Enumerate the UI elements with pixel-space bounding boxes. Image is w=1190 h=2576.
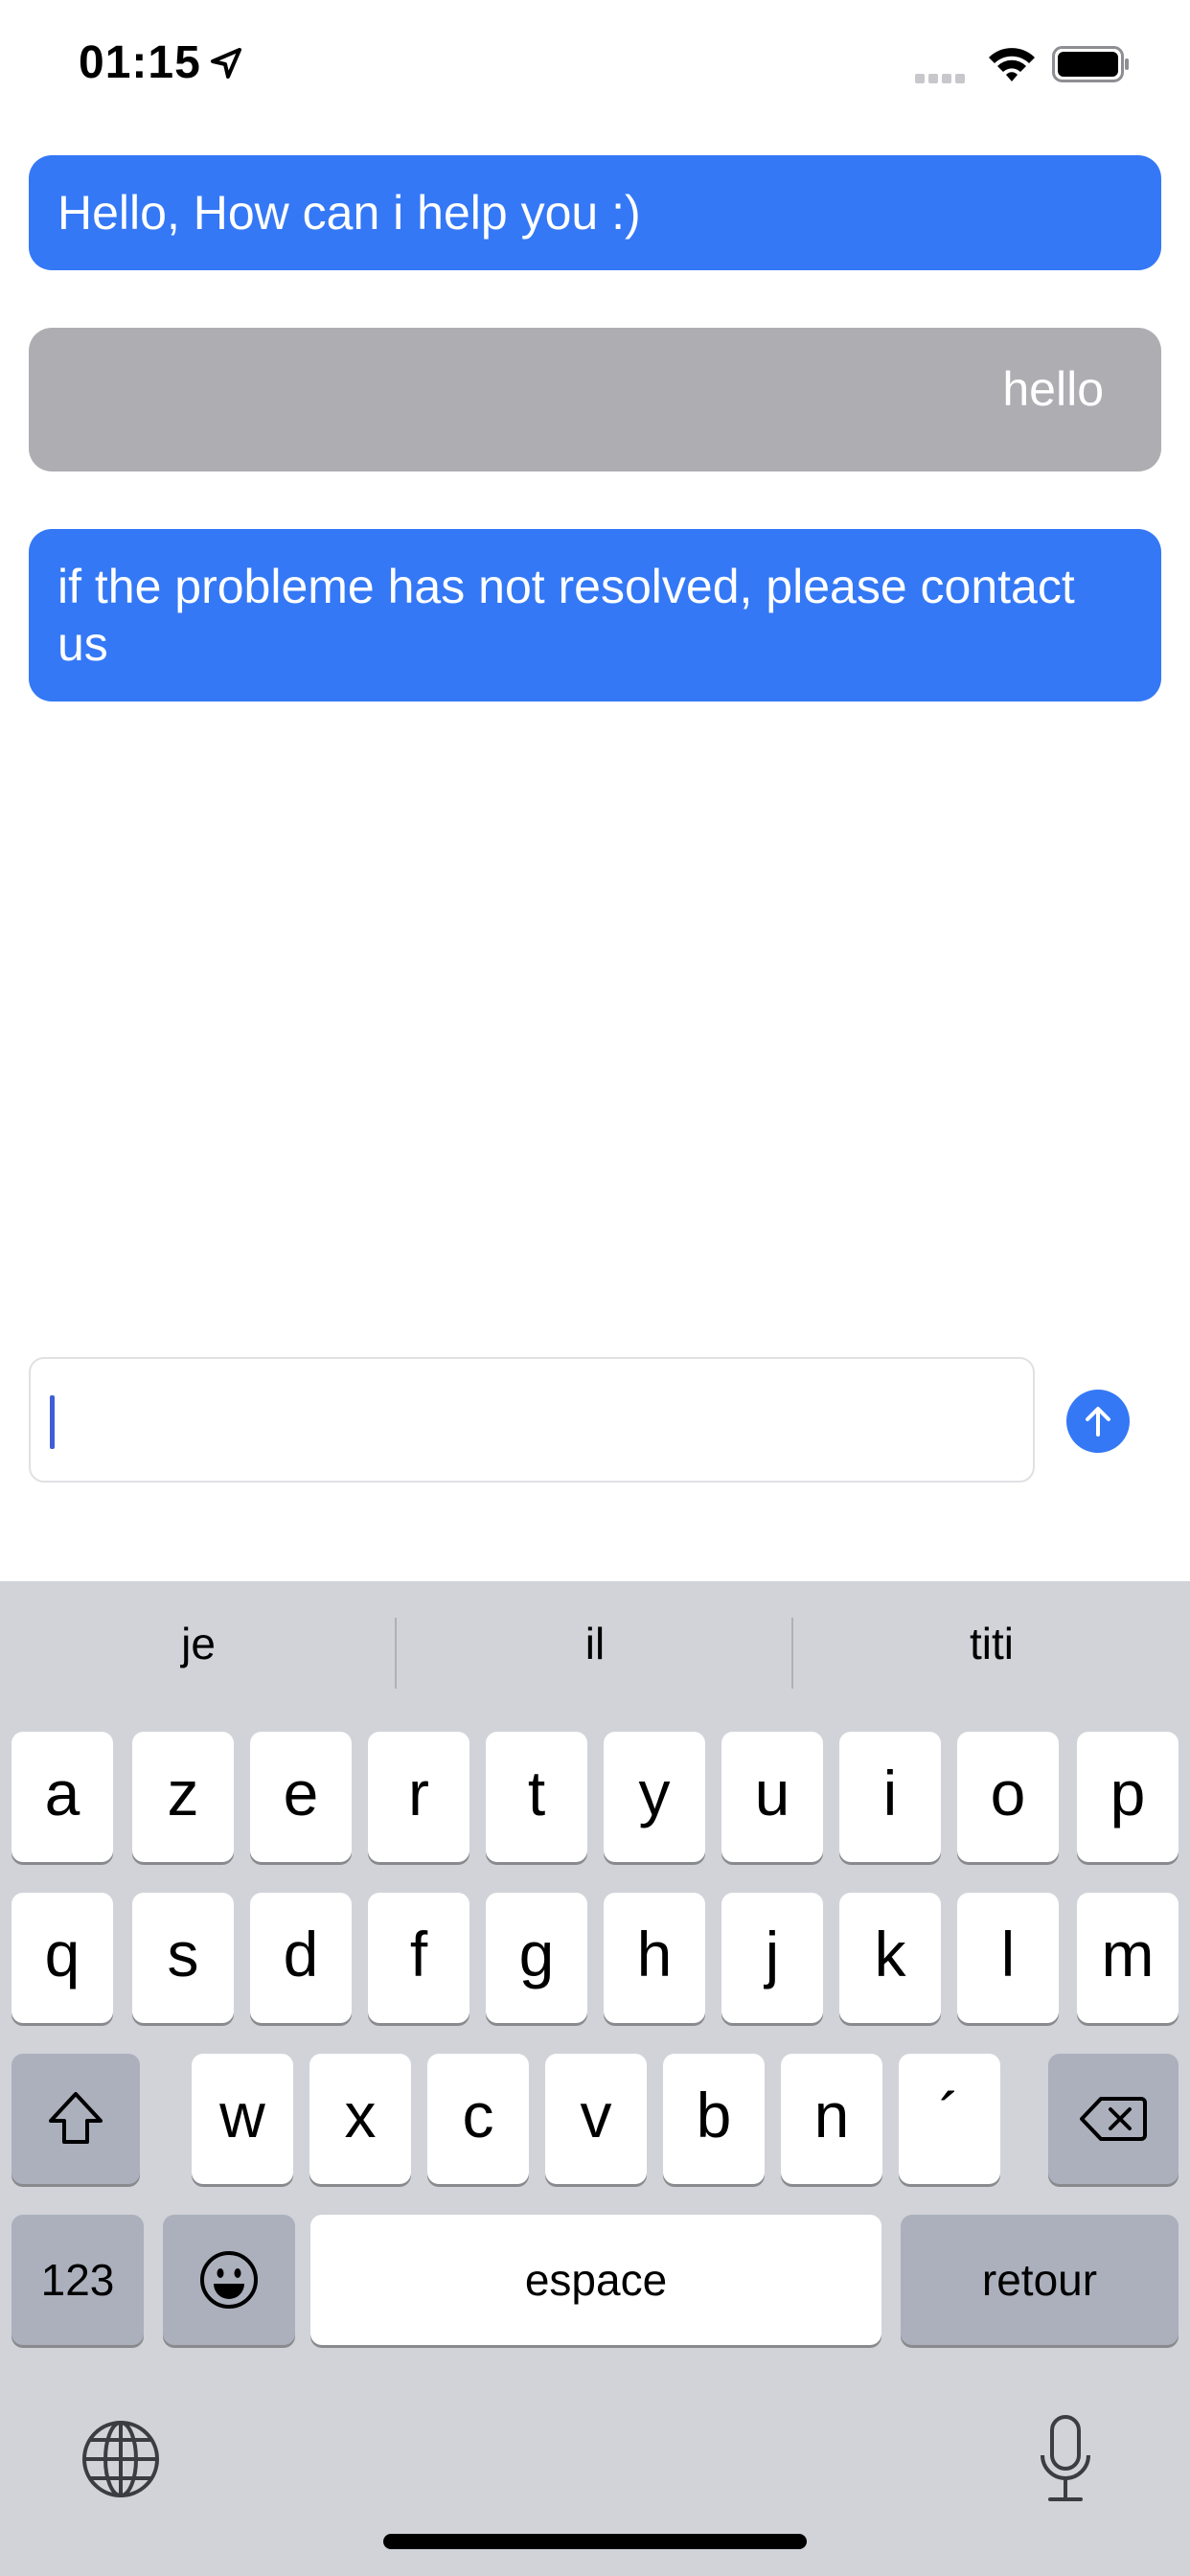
location-arrow-icon — [211, 48, 241, 79]
key-j[interactable]: j — [721, 1893, 823, 2023]
microphone-icon[interactable] — [1037, 2413, 1094, 2505]
suggestion-bar: je il titi — [0, 1581, 1190, 1735]
bot-message-bubble: Hello, How can i help you :) — [29, 155, 1161, 270]
send-button[interactable] — [1066, 1390, 1130, 1453]
suggestion-item[interactable]: il — [397, 1618, 793, 1669]
key-s[interactable]: s — [132, 1893, 234, 2023]
key-o[interactable]: o — [957, 1732, 1059, 1862]
numbers-key[interactable]: 123 — [11, 2215, 144, 2345]
cellular-signal-icon — [915, 71, 971, 83]
key-c[interactable]: c — [427, 2054, 529, 2184]
return-key[interactable]: retour — [901, 2215, 1179, 2345]
key-u[interactable]: u — [721, 1732, 823, 1862]
key-e[interactable]: e — [250, 1732, 352, 1862]
globe-icon[interactable] — [80, 2419, 161, 2499]
key-t[interactable]: t — [486, 1732, 587, 1862]
chat-messages: Hello, How can i help you :) hello if th… — [29, 155, 1161, 759]
user-message-bubble: hello — [29, 328, 1161, 472]
suggestion-item[interactable]: je — [0, 1618, 397, 1669]
key-v[interactable]: v — [545, 2054, 647, 2184]
key-n[interactable]: n — [781, 2054, 882, 2184]
keyboard: je il titi a z e r t y u i o p q s d f g… — [0, 1581, 1190, 2576]
key-z[interactable]: z — [132, 1732, 234, 1862]
wifi-icon — [989, 48, 1035, 81]
shift-icon — [49, 2092, 103, 2144]
key-g[interactable]: g — [486, 1893, 587, 2023]
status-bar: 01:15 — [0, 0, 1190, 134]
key-p[interactable]: p — [1077, 1732, 1179, 1862]
key-h[interactable]: h — [604, 1893, 705, 2023]
suggestion-item[interactable]: titi — [793, 1618, 1190, 1669]
battery-icon — [1052, 46, 1129, 82]
key-b[interactable]: b — [663, 2054, 765, 2184]
text-cursor — [50, 1395, 55, 1449]
shift-key[interactable] — [11, 2054, 140, 2184]
key-f[interactable]: f — [368, 1893, 469, 2023]
key-w[interactable]: w — [192, 2054, 293, 2184]
key-i[interactable]: i — [839, 1732, 941, 1862]
key-x[interactable]: x — [309, 2054, 411, 2184]
arrow-up-icon — [1086, 1407, 1110, 1437]
key-k[interactable]: k — [839, 1893, 941, 2023]
delete-backspace-icon — [1080, 2097, 1147, 2141]
delete-key[interactable] — [1048, 2054, 1179, 2184]
home-indicator[interactable] — [383, 2534, 807, 2549]
key-m[interactable]: m — [1077, 1893, 1179, 2023]
key-d[interactable]: d — [250, 1893, 352, 2023]
key-l[interactable]: l — [957, 1893, 1059, 2023]
key-y[interactable]: y — [604, 1732, 705, 1862]
message-input-container[interactable] — [29, 1357, 1035, 1483]
space-key[interactable]: espace — [310, 2215, 881, 2345]
emoji-key[interactable] — [163, 2215, 295, 2345]
message-input[interactable] — [63, 1388, 1002, 1455]
key-q[interactable]: q — [11, 1893, 113, 2023]
status-time: 01:15 — [79, 37, 201, 88]
key-acute-accent[interactable]: ´ — [899, 2054, 1000, 2184]
key-a[interactable]: a — [11, 1732, 113, 1862]
bot-message-bubble: if the probleme has not resolved, please… — [29, 529, 1161, 702]
emoji-icon — [200, 2251, 258, 2309]
key-r[interactable]: r — [368, 1732, 469, 1862]
